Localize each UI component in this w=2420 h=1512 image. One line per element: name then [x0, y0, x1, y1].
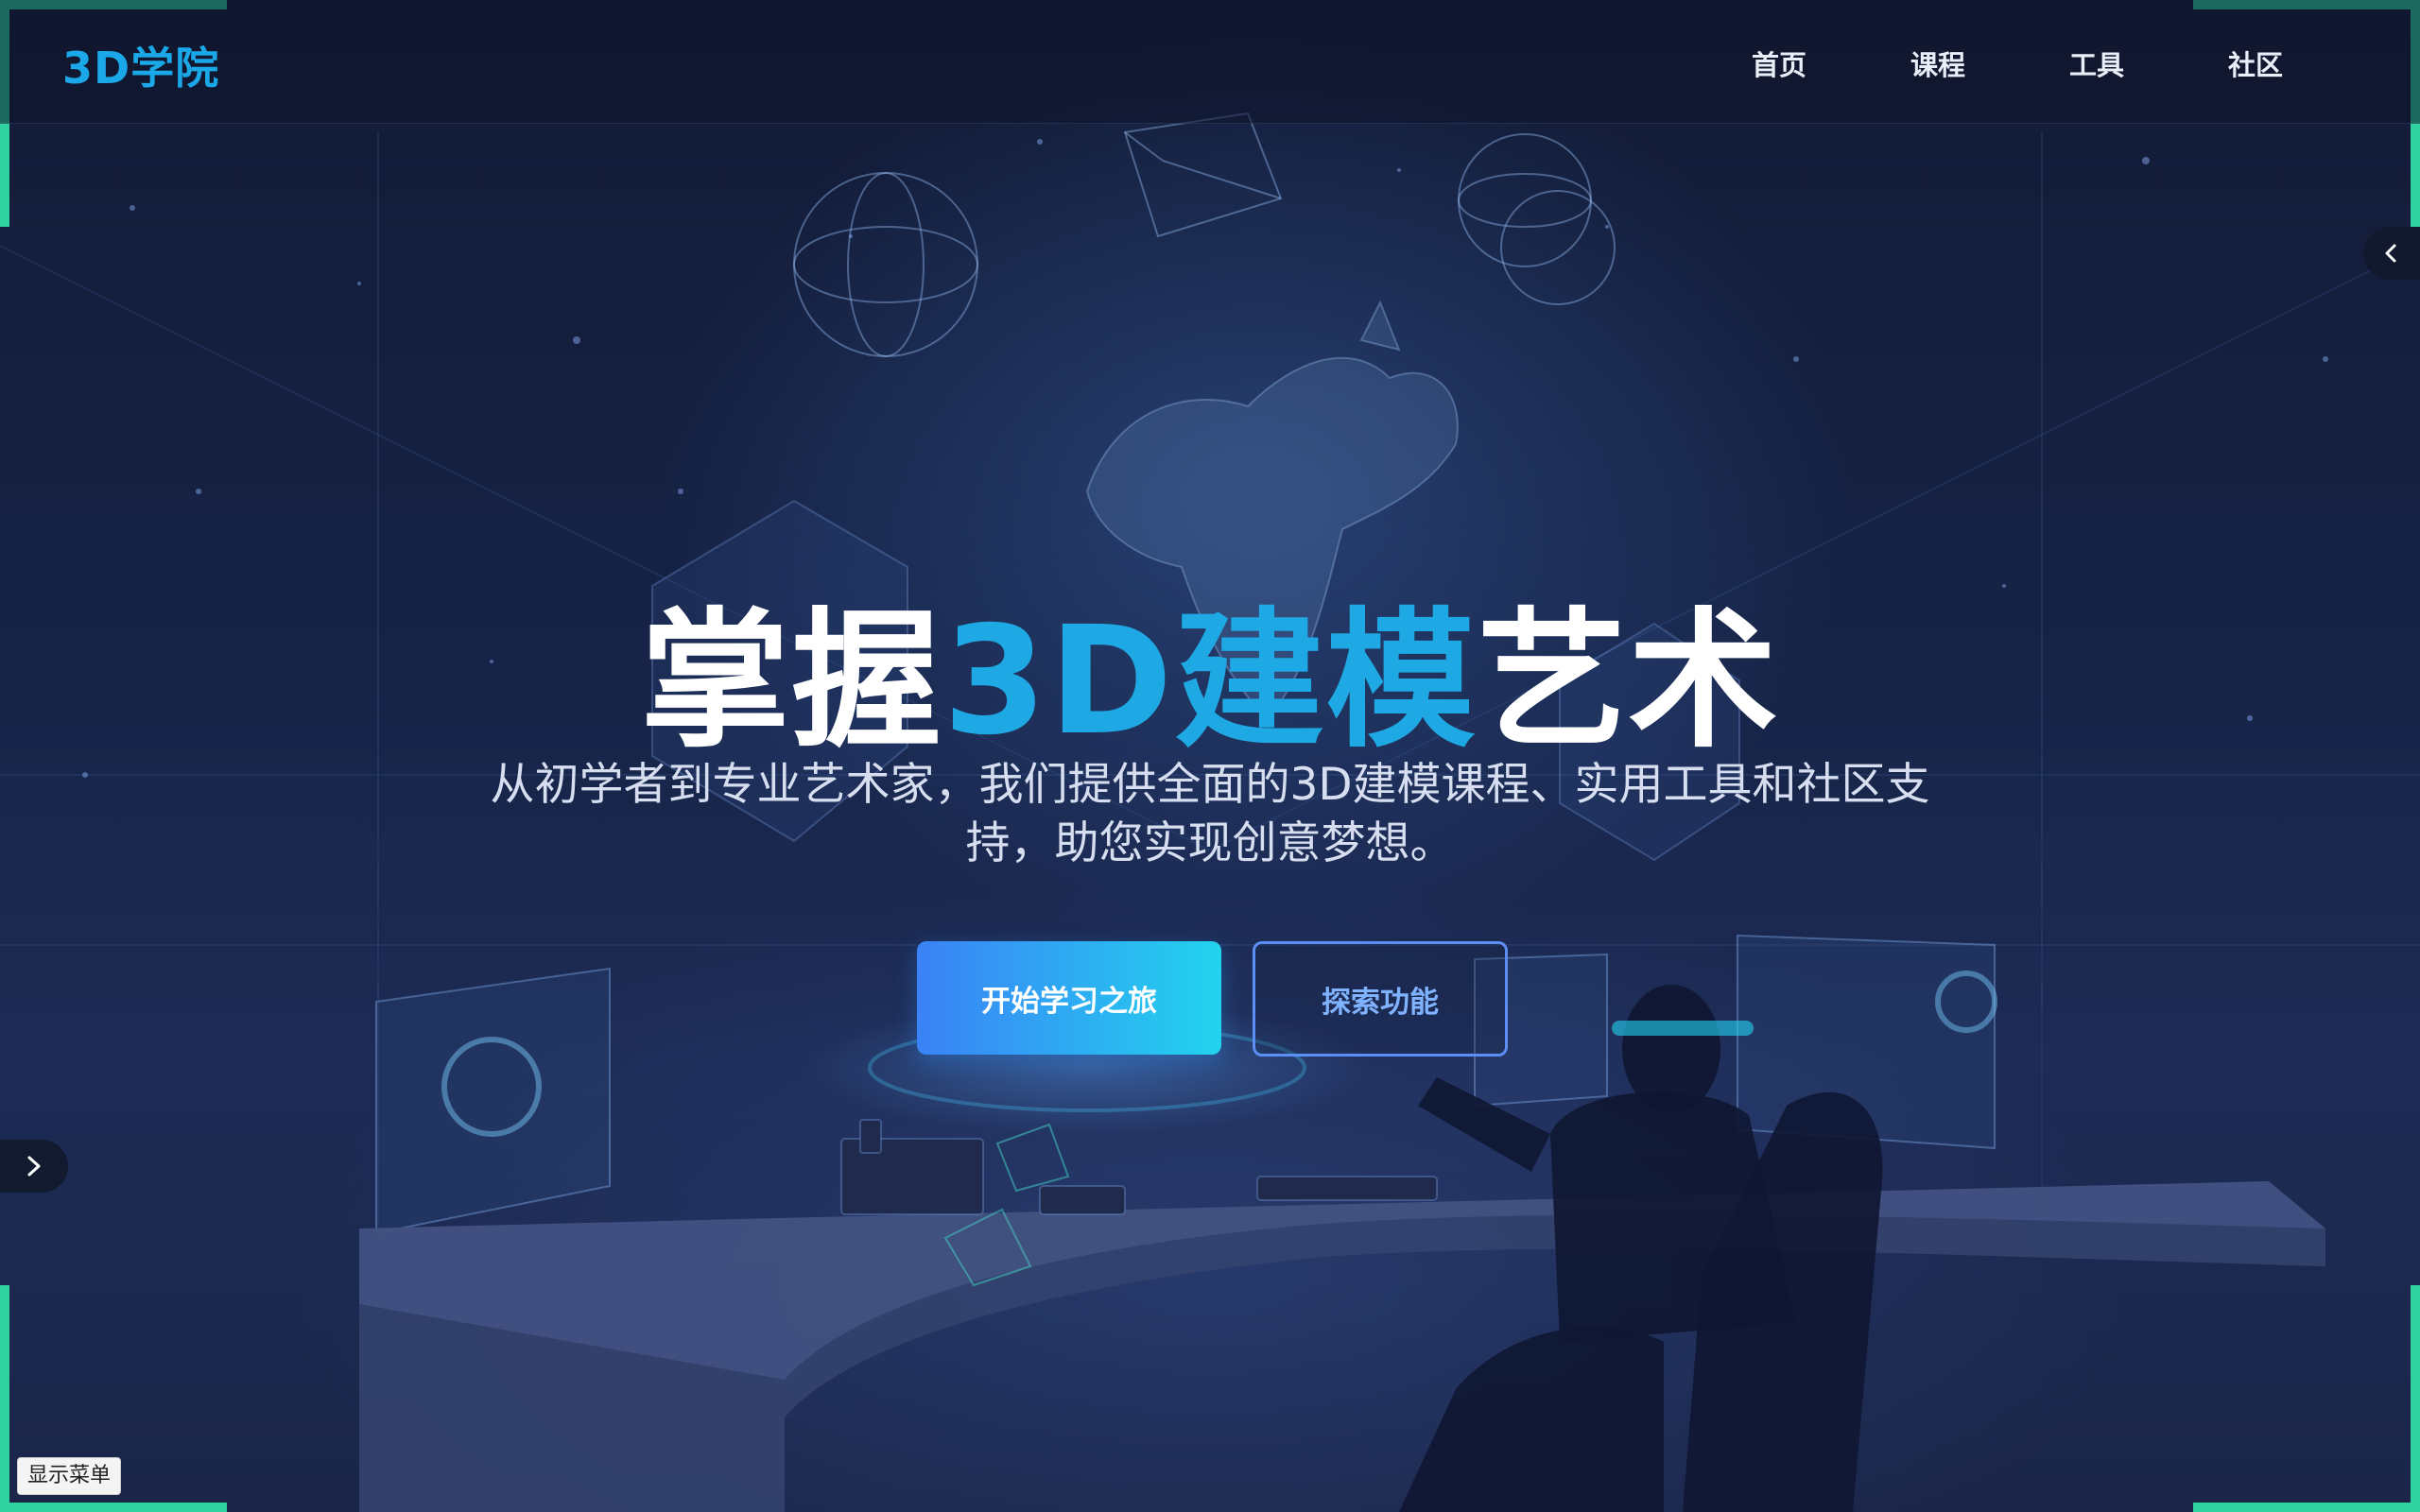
chevron-right-icon — [27, 1156, 41, 1177]
hero-title-part1: 掌握 — [640, 594, 943, 768]
corner-bracket-bottom-right — [2193, 1503, 2420, 1512]
nav-item-home[interactable]: 首页 — [1700, 43, 1858, 83]
page: 3D学院 首页 课程 工具 社区 掌握3D建模艺术 从初学者到专业艺术家，我们提… — [0, 0, 2420, 1512]
hero-title: 掌握3D建模艺术 — [0, 559, 2420, 776]
corner-bracket-bottom-left — [0, 1285, 9, 1512]
show-menu-button[interactable]: 显示菜单 — [17, 1457, 122, 1495]
start-learning-button[interactable]: 开始学习之旅 — [917, 941, 1221, 1055]
left-side-toggle[interactable] — [0, 1140, 68, 1193]
hero-title-part2: 艺术 — [1477, 594, 1780, 768]
hero-title-accent: 3D建模 — [942, 594, 1478, 768]
nav-item-tools[interactable]: 工具 — [2017, 43, 2176, 83]
corner-bracket-bottom-right — [2411, 1285, 2420, 1512]
explore-features-button[interactable]: 探索功能 — [1253, 941, 1508, 1057]
main-nav: 首页 课程 工具 社区 — [1700, 43, 2335, 83]
nav-item-community[interactable]: 社区 — [2176, 43, 2335, 83]
nav-item-courses[interactable]: 课程 — [1858, 43, 2017, 83]
corner-bracket-bottom-left — [0, 1503, 227, 1512]
site-header: 3D学院 首页 课程 工具 社区 — [0, 0, 2420, 124]
chevron-left-icon — [2385, 244, 2396, 263]
site-logo[interactable]: 3D学院 — [62, 34, 219, 96]
right-side-toggle[interactable] — [2363, 227, 2420, 280]
hero-subtitle: 从初学者到专业艺术家，我们提供全面的3D建模课程、实用工具和社区支持，助您实现创… — [490, 759, 1930, 869]
